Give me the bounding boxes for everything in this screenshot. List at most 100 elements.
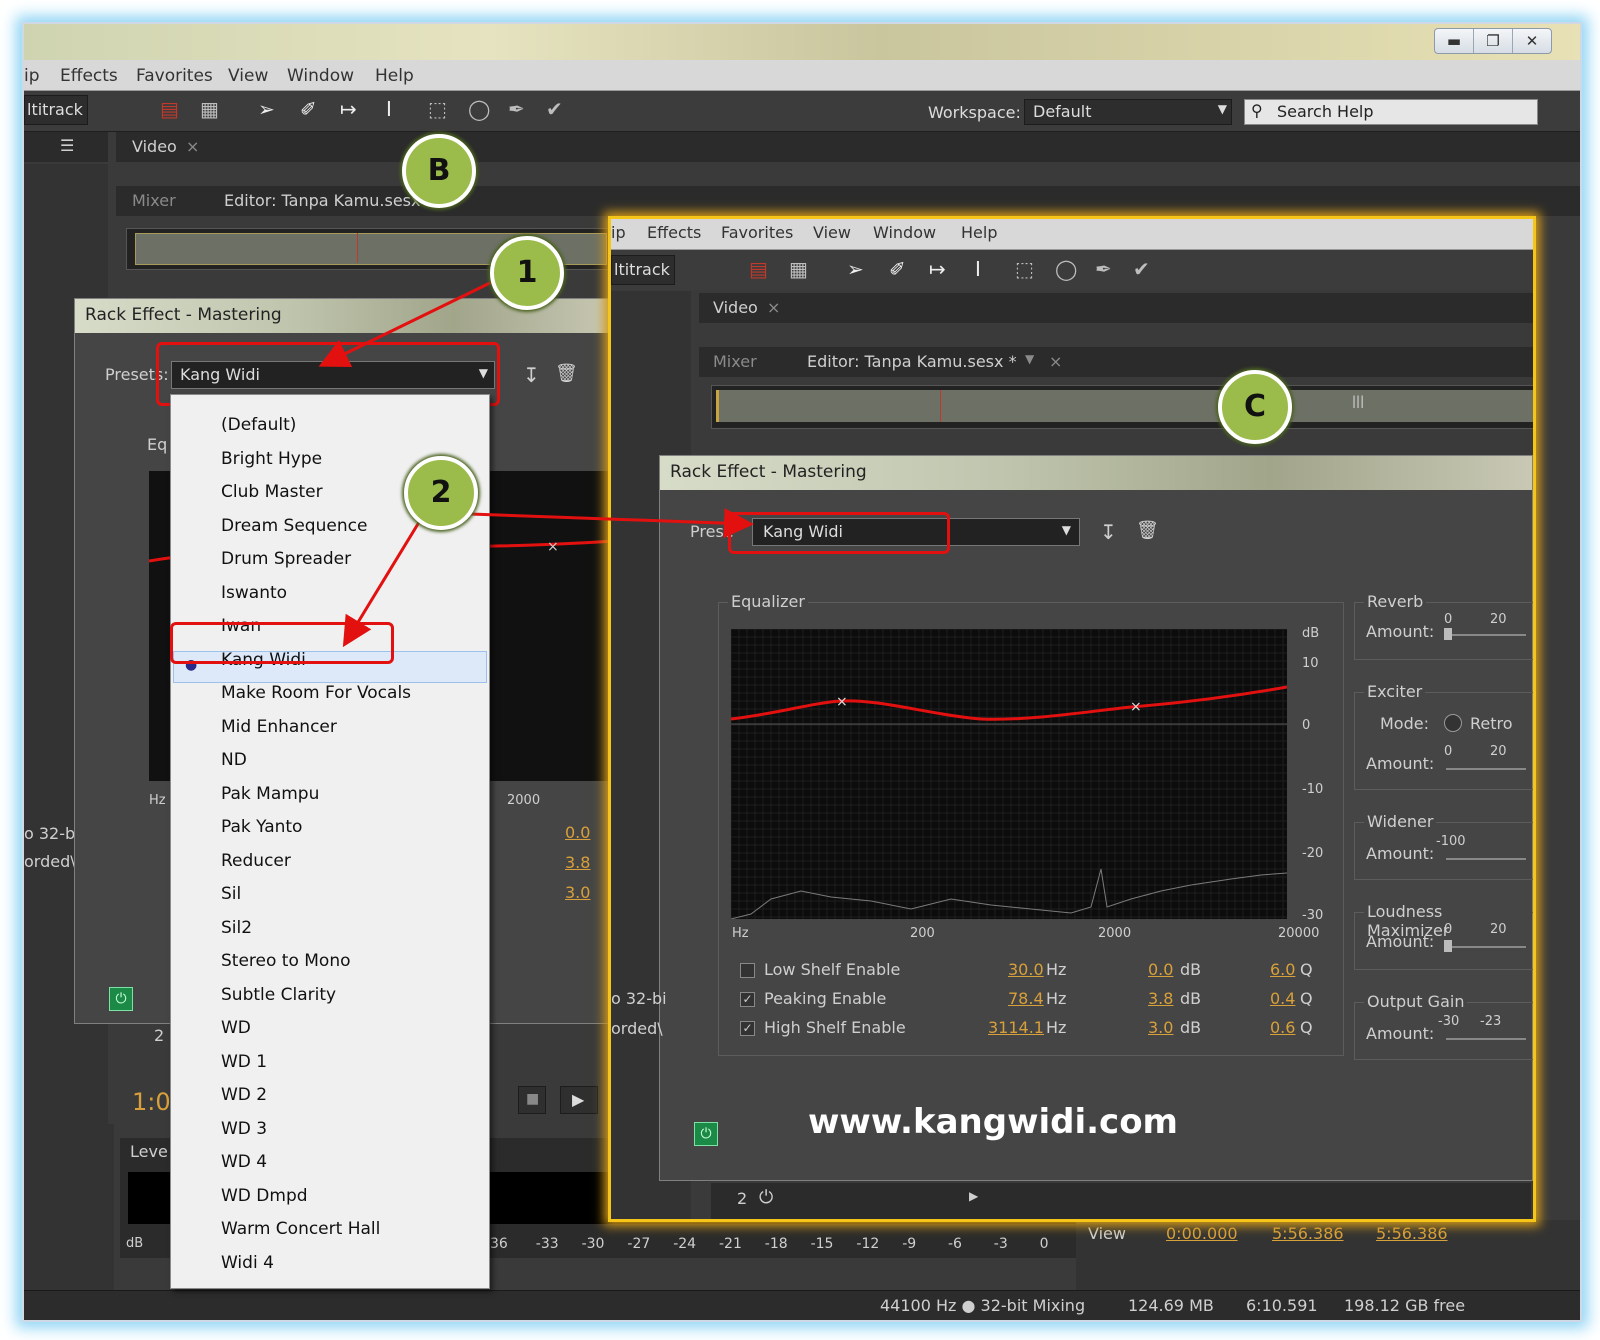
close-icon[interactable]: × xyxy=(1049,352,1062,371)
close-icon[interactable]: ✕ xyxy=(1512,29,1551,53)
view-end[interactable]: 5:56.386 xyxy=(1272,1224,1344,1243)
reverb-slider[interactable] xyxy=(1444,628,1526,640)
dropdown-item[interactable]: Mid Enhancer xyxy=(221,717,337,737)
healing-icon[interactable]: ✔ xyxy=(546,97,563,121)
restore-icon[interactable]: ❐ xyxy=(1473,29,1512,53)
stop-button[interactable]: ■ xyxy=(518,1086,546,1114)
high-shelf-gain-back[interactable]: 3.0 xyxy=(565,883,590,902)
dropdown-item[interactable]: Subtle Clarity xyxy=(221,985,336,1005)
dropdown-item[interactable]: (Default) xyxy=(221,415,296,435)
widener-slider[interactable] xyxy=(1446,858,1526,860)
lasso-icon[interactable]: ◯ xyxy=(468,97,490,121)
band-frequency[interactable]: 78.4 xyxy=(1008,989,1044,1008)
razor-tool-icon[interactable]: ✐ xyxy=(300,97,317,121)
dropdown-item[interactable]: Stereo to Mono xyxy=(221,951,351,971)
retro-radio[interactable] xyxy=(1444,714,1462,732)
tab-mixer[interactable]: Mixer xyxy=(132,191,176,210)
band-gain[interactable]: 0.0 xyxy=(1148,960,1173,979)
overview-timeline-front[interactable]: ||| xyxy=(711,385,1533,429)
dropdown-item[interactable]: WD 4 xyxy=(221,1152,267,1172)
slip-tool-icon[interactable]: ↦ xyxy=(340,97,357,121)
menu-item-window[interactable]: Window xyxy=(287,66,354,86)
minimize-icon[interactable]: ▬ xyxy=(1435,29,1473,53)
menu-item-effects[interactable]: Effects xyxy=(60,66,118,86)
dropdown-item[interactable]: WD 1 xyxy=(221,1052,267,1072)
brush-icon[interactable]: ✒ xyxy=(1095,257,1112,281)
band-checkbox[interactable] xyxy=(740,963,755,978)
chevron-down-icon[interactable]: ▼ xyxy=(1025,352,1034,366)
slider-handle[interactable] xyxy=(1444,628,1452,640)
view-duration[interactable]: 5:56.386 xyxy=(1376,1224,1448,1243)
menu-item-favorites[interactable]: Favorites xyxy=(136,66,213,86)
dropdown-item[interactable]: WD 3 xyxy=(221,1119,267,1139)
tab-mixer-front[interactable]: Mixer xyxy=(713,352,757,371)
marquee-icon[interactable]: ⬚ xyxy=(1015,257,1034,281)
band-checkbox[interactable]: ✓ xyxy=(740,1021,755,1036)
waveform-view-icon[interactable]: ▤ xyxy=(749,257,768,281)
view-start[interactable]: 0:00.000 xyxy=(1166,1224,1238,1243)
save-preset-icon[interactable]: ↧ xyxy=(523,363,540,387)
marquee-icon[interactable]: ⬚ xyxy=(428,97,447,121)
spectral-view-icon[interactable]: ▦ xyxy=(789,257,808,281)
move-tool-icon[interactable]: ➢ xyxy=(258,97,275,121)
power-button[interactable]: ⏻ xyxy=(109,987,133,1011)
close-icon[interactable]: × xyxy=(186,137,199,156)
dropdown-item[interactable]: Warm Concert Hall xyxy=(221,1219,380,1239)
loudness-slider[interactable] xyxy=(1444,940,1526,952)
dropdown-item[interactable]: Iswanto xyxy=(221,583,287,603)
multitrack-button[interactable]: ltitrack xyxy=(24,95,88,125)
brush-icon[interactable]: ✒ xyxy=(508,97,525,121)
dropdown-item[interactable]: ND xyxy=(221,750,247,770)
play-icon[interactable]: ▶ xyxy=(969,1189,978,1203)
time-selection-icon[interactable]: I xyxy=(386,97,392,121)
band-q[interactable]: 6.0 xyxy=(1270,960,1295,979)
dropdown-item[interactable]: WD Dmpd xyxy=(221,1186,308,1206)
close-icon[interactable]: × xyxy=(767,298,780,317)
dropdown-item[interactable]: Make Room For Vocals xyxy=(221,683,411,703)
dropdown-item[interactable]: Sil2 xyxy=(221,918,252,938)
band-frequency[interactable]: 3114.1 xyxy=(988,1018,1044,1037)
band-q[interactable]: 0.6 xyxy=(1270,1018,1295,1037)
multitrack-button-front[interactable]: ltitrack xyxy=(611,255,675,285)
band-checkbox[interactable]: ✓ xyxy=(740,992,755,1007)
eq-control-point[interactable]: × xyxy=(1130,699,1142,715)
dropdown-item[interactable]: Pak Yanto xyxy=(221,817,302,837)
output-slider[interactable] xyxy=(1446,1038,1526,1040)
dropdown-item[interactable]: Reducer xyxy=(221,851,291,871)
band-gain[interactable]: 3.8 xyxy=(1148,989,1173,1008)
menu-item-window-front[interactable]: Window xyxy=(873,223,936,242)
peaking-gain-back[interactable]: 3.8 xyxy=(565,853,590,872)
menu-item-help-front[interactable]: Help xyxy=(961,223,997,242)
band-q[interactable]: 0.4 xyxy=(1270,989,1295,1008)
search-help-input[interactable]: ⚲ Search Help xyxy=(1244,99,1538,125)
move-tool-icon[interactable]: ➢ xyxy=(847,257,864,281)
tab-editor[interactable]: Editor: Tanpa Kamu.sesx xyxy=(224,191,420,210)
panel-menu-icon[interactable]: ☰ xyxy=(60,136,74,155)
tab-video[interactable]: Video xyxy=(132,137,177,156)
dropdown-item[interactable]: Bright Hype xyxy=(221,449,322,469)
menu-item-clip-front[interactable]: ip xyxy=(611,223,626,242)
dropdown-item[interactable]: Sil xyxy=(221,884,241,904)
dropdown-item[interactable]: WD xyxy=(221,1018,251,1038)
menu-item-clip[interactable]: ip xyxy=(24,66,40,86)
tab-editor-front[interactable]: Editor: Tanpa Kamu.sesx * xyxy=(807,352,1017,371)
menu-item-view[interactable]: View xyxy=(228,66,268,86)
workspace-select[interactable]: Default ▼ xyxy=(1024,99,1232,125)
dropdown-item[interactable]: Pak Mampu xyxy=(221,784,319,804)
slip-tool-icon[interactable]: ↦ xyxy=(929,257,946,281)
band-gain[interactable]: 3.0 xyxy=(1148,1018,1173,1037)
slider-handle[interactable] xyxy=(1444,940,1452,952)
exciter-slider[interactable] xyxy=(1446,768,1526,770)
lasso-icon[interactable]: ◯ xyxy=(1055,257,1077,281)
trash-icon[interactable]: 🗑 xyxy=(555,363,578,384)
dropdown-item[interactable]: Club Master xyxy=(221,482,323,502)
healing-icon[interactable]: ✔ xyxy=(1133,257,1150,281)
eq-graph[interactable]: × × xyxy=(730,628,1288,920)
dropdown-item[interactable]: Drum Spreader xyxy=(221,549,351,569)
tab-video-front[interactable]: Video xyxy=(713,298,758,317)
menu-item-effects-front[interactable]: Effects xyxy=(647,223,701,242)
power-button-front[interactable]: ⏻ xyxy=(694,1122,718,1146)
razor-tool-icon[interactable]: ✐ xyxy=(889,257,906,281)
eq-control-point[interactable]: × xyxy=(836,694,848,710)
trash-icon[interactable]: 🗑 xyxy=(1136,520,1159,541)
